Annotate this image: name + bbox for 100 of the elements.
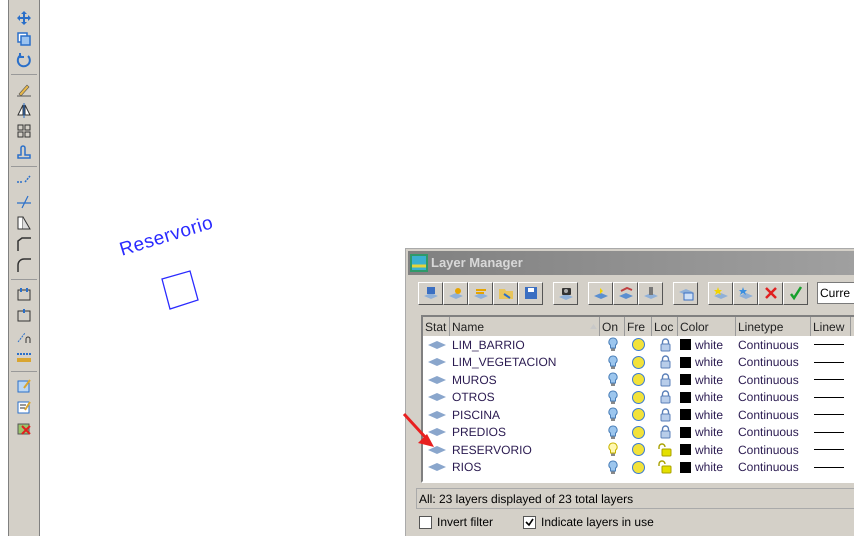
toolbar-button[interactable] (783, 282, 808, 304)
rotate-icon[interactable] (16, 52, 32, 68)
layer-icon (428, 393, 446, 402)
toolbar-button[interactable] (553, 282, 578, 304)
mirror-icon[interactable] (16, 102, 32, 118)
toolbar-button[interactable] (638, 282, 663, 304)
layer-row[interactable]: OTROS white Continuous (423, 388, 854, 406)
break-icon[interactable] (16, 286, 32, 302)
lineweight-line (814, 379, 844, 380)
color-swatch[interactable] (680, 462, 691, 473)
pointer-arrow-icon (402, 412, 436, 448)
sun-icon[interactable] (631, 460, 646, 475)
sun-icon[interactable] (631, 337, 646, 352)
light-bulb-icon[interactable] (608, 372, 618, 388)
toolbar-button[interactable] (418, 282, 443, 304)
sun-icon[interactable] (631, 372, 646, 388)
save-icon[interactable] (522, 285, 538, 301)
delete-icon[interactable] (762, 285, 778, 301)
toolbar-button[interactable] (758, 282, 783, 304)
offset-icon[interactable] (16, 144, 32, 160)
column-header[interactable]: Color (678, 317, 736, 336)
layer-icon (428, 463, 446, 472)
toolbar-button[interactable] (493, 282, 518, 304)
move-icon[interactable] (16, 10, 32, 26)
array-icon[interactable] (16, 123, 32, 139)
layer-row[interactable]: LIM_VEGETACION white Continuous (423, 354, 854, 371)
column-header[interactable]: Fre (625, 317, 652, 336)
color-name: white (695, 406, 724, 424)
layer-list-icon[interactable] (422, 285, 438, 301)
lock-icon[interactable] (660, 338, 670, 352)
toolbar-button[interactable] (588, 282, 613, 304)
layer-icon (428, 410, 446, 419)
lineweight-line (814, 414, 844, 416)
copy-icon[interactable] (16, 31, 32, 47)
sun-icon[interactable] (631, 354, 646, 370)
light-bulb-icon[interactable] (608, 460, 618, 475)
checkbox[interactable] (419, 516, 432, 528)
color-swatch[interactable] (680, 392, 691, 403)
toolbar-button[interactable] (733, 282, 758, 304)
checkbox[interactable] (523, 516, 536, 528)
chamfer-icon[interactable] (16, 236, 32, 252)
column-header[interactable]: Loc (652, 317, 678, 336)
color-name: white (695, 389, 724, 406)
sun-icon[interactable] (631, 390, 646, 405)
trim-icon[interactable] (16, 194, 32, 210)
lock-icon[interactable] (660, 408, 670, 422)
light-bulb-icon[interactable] (608, 354, 618, 370)
edit-properties-icon[interactable] (16, 378, 32, 394)
color-swatch[interactable] (680, 409, 691, 420)
linetype-name: Continuous (738, 372, 799, 387)
linetype-name: Continuous (738, 425, 799, 440)
toolbar-button[interactable] (613, 282, 638, 304)
layer-row[interactable]: MUROS white Continuous (423, 371, 854, 388)
join-icon[interactable] (16, 307, 32, 323)
lock-icon[interactable] (660, 372, 670, 387)
layer-name: PISCINA (452, 408, 500, 422)
layer-icon (428, 340, 446, 349)
color-swatch[interactable] (680, 339, 691, 350)
color-swatch[interactable] (680, 374, 691, 386)
lock-icon[interactable] (660, 355, 670, 370)
toolbar-button[interactable] (443, 282, 468, 304)
light-bulb-icon[interactable] (608, 390, 618, 405)
layer-name: LIM_VEGETACION (452, 355, 556, 370)
layer-row[interactable]: PREDIOS white Continuous (423, 424, 854, 441)
unlocked-lock-icon[interactable] (658, 460, 672, 474)
layer-row[interactable]: RIOS white Continuous (423, 458, 854, 476)
window-title: Layer Manager (431, 254, 523, 272)
edit-text-icon[interactable] (16, 399, 32, 415)
layer-row[interactable]: LIM_BARRIO white Continuous (423, 336, 854, 354)
light-bulb-icon[interactable] (608, 424, 618, 440)
light-bulb-icon[interactable] (608, 407, 618, 422)
color-swatch[interactable] (680, 444, 691, 456)
column-header[interactable]: Stat (423, 317, 450, 336)
layer-name: LIM_BARRIO (452, 338, 525, 352)
toolbar-button[interactable] (673, 282, 698, 304)
layer-row[interactable]: PISCINA white Continuous (423, 406, 854, 424)
camera-icon[interactable] (558, 285, 574, 301)
toolbar-button[interactable] (708, 282, 733, 304)
lock-icon[interactable] (660, 390, 670, 404)
layer-icon (428, 428, 446, 436)
toolbar-button[interactable] (518, 282, 543, 304)
light-bulb-icon[interactable] (608, 337, 618, 352)
current-dropdown[interactable]: Curre (817, 282, 854, 304)
column-header[interactable]: Linew (811, 317, 851, 336)
column-header[interactable]: Linetype (736, 317, 811, 336)
sun-icon[interactable] (631, 442, 646, 458)
fillet-icon[interactable] (16, 257, 32, 273)
toolbar-button[interactable] (468, 282, 493, 304)
lock-icon[interactable] (660, 425, 670, 440)
sun-icon[interactable] (631, 424, 646, 440)
color-swatch[interactable] (680, 356, 691, 368)
light-bulb-icon[interactable] (608, 442, 618, 458)
sun-icon[interactable] (631, 407, 646, 422)
checkmark-icon[interactable] (788, 285, 804, 301)
color-swatch[interactable] (680, 426, 691, 438)
stretch-icon[interactable] (16, 215, 32, 231)
unlocked-lock-icon[interactable] (658, 442, 672, 457)
column-header[interactable]: Name (450, 317, 600, 336)
layer-row[interactable]: RESERVORIO white Continuous (423, 441, 854, 458)
column-header[interactable]: On (600, 317, 625, 336)
